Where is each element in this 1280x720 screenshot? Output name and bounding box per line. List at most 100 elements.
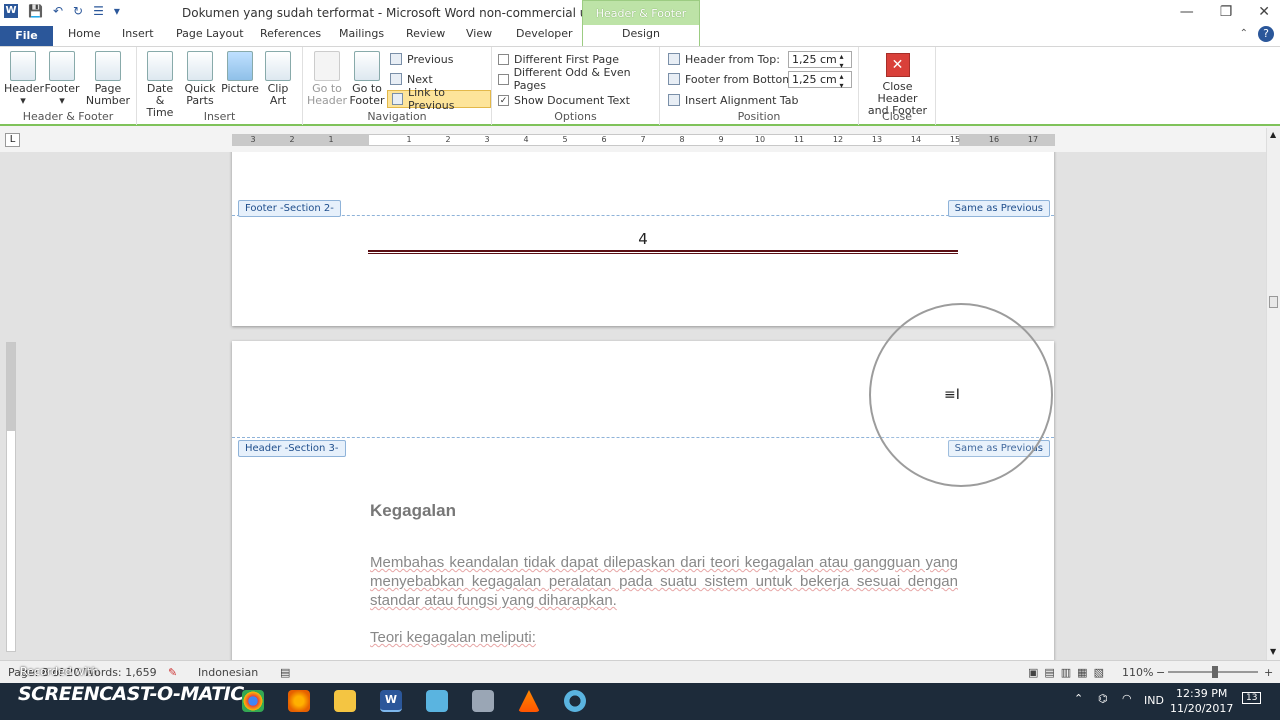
input-language[interactable]: IND bbox=[1144, 694, 1164, 707]
group-label-options: Options bbox=[554, 110, 597, 123]
word-logo-icon: W bbox=[4, 4, 18, 18]
ruler-tick: 11 bbox=[793, 135, 805, 144]
help-icon[interactable]: ? bbox=[1258, 26, 1274, 42]
tab-references[interactable]: References bbox=[260, 27, 321, 40]
ruler-row: L 3 2 1 1 2 3 4 5 6 7 8 9 10 11 12 13 14… bbox=[0, 128, 1280, 152]
tab-insert[interactable]: Insert bbox=[122, 27, 154, 40]
ruler-tick: 10 bbox=[754, 135, 766, 144]
page-header-section-3[interactable]: Header -Section 3- Same as Previous Kega… bbox=[232, 303, 1054, 660]
link-to-previous-button[interactable]: Link to Previous bbox=[387, 86, 491, 112]
ruler-tick: 1 bbox=[328, 135, 334, 144]
link-icon bbox=[392, 93, 403, 105]
header-from-top-label: Header from Top: bbox=[668, 50, 780, 68]
checkbox-checked-icon: ✓ bbox=[498, 94, 509, 106]
scrollbar-thumb[interactable] bbox=[1269, 296, 1278, 308]
minimize-button[interactable]: — bbox=[1180, 4, 1194, 20]
ruler-right-margin bbox=[959, 135, 1054, 145]
tab-view[interactable]: View bbox=[466, 27, 492, 40]
date-time-button[interactable]: Date & Time bbox=[143, 51, 177, 119]
tab-page-layout[interactable]: Page Layout bbox=[176, 27, 244, 40]
quick-parts-button[interactable]: Quick Parts bbox=[181, 51, 219, 107]
close-button[interactable]: ✕ bbox=[1258, 4, 1270, 20]
tray-overflow-icon[interactable]: ⌃ bbox=[1074, 692, 1083, 705]
group-label-insert: Insert bbox=[203, 110, 236, 123]
ruler-tick: 2 bbox=[445, 135, 451, 144]
maximize-button[interactable]: ❐ bbox=[1220, 4, 1233, 20]
scroll-down-icon[interactable]: ▼ bbox=[1270, 647, 1276, 656]
previous-button[interactable]: Previous bbox=[390, 50, 454, 68]
close-header-footer-button[interactable]: ✕ Close Header and Footer bbox=[861, 47, 934, 117]
section-heading[interactable]: Kegagalan bbox=[370, 501, 456, 521]
group-options: Different First Page Different Odd & Eve… bbox=[492, 47, 660, 125]
scroll-up-icon[interactable]: ▲ bbox=[1270, 130, 1276, 139]
header-from-top-input[interactable]: 1,25 cm bbox=[788, 51, 852, 70]
quick-parts-icon bbox=[187, 51, 213, 81]
taskbar: Recorded with SCREENCAST-O-MATIC W ⌃ ⌬ ◠… bbox=[0, 665, 1280, 720]
body-paragraph[interactable]: Membahas keandalan tidak dapat dilepaska… bbox=[370, 553, 958, 610]
language-indicator[interactable]: Indonesian bbox=[198, 666, 258, 679]
app-icon[interactable] bbox=[426, 690, 448, 712]
tab-selector[interactable]: L bbox=[5, 133, 20, 147]
footer-from-bottom-input[interactable]: 1,25 cm bbox=[788, 71, 852, 90]
page-footer-section-2[interactable]: Footer -Section 2- Same as Previous 4 bbox=[232, 152, 1054, 326]
screencast-app-icon[interactable] bbox=[564, 690, 586, 712]
group-label-navigation: Navigation bbox=[367, 110, 427, 123]
firefox-icon[interactable] bbox=[288, 690, 310, 712]
vlc-icon[interactable] bbox=[518, 690, 540, 712]
save-icon[interactable]: 💾 bbox=[28, 4, 43, 18]
redo-icon[interactable]: ↻ bbox=[73, 4, 83, 18]
customize-qat-icon[interactable]: ▾ bbox=[114, 4, 120, 18]
group-label-header-footer: Header & Footer bbox=[22, 110, 114, 123]
file-explorer-icon[interactable] bbox=[334, 690, 356, 712]
clip-art-button[interactable]: Clip Art bbox=[263, 51, 293, 107]
minimize-ribbon-icon[interactable]: ⌃ bbox=[1240, 28, 1248, 39]
page-number-button[interactable]: Page Number bbox=[84, 51, 132, 107]
ruler-tick: 4 bbox=[523, 135, 529, 144]
zoom-slider-knob[interactable] bbox=[1212, 666, 1218, 678]
word-taskbar-icon[interactable]: W bbox=[380, 690, 402, 712]
zoom-slider[interactable] bbox=[1168, 666, 1258, 678]
numbering-icon[interactable]: ☰ bbox=[93, 4, 104, 18]
go-to-footer-icon bbox=[354, 51, 380, 81]
undo-icon[interactable]: ↶ bbox=[53, 4, 63, 18]
show-document-text-checkbox[interactable]: ✓ Show Document Text bbox=[498, 91, 630, 109]
tab-review[interactable]: Review bbox=[406, 27, 445, 40]
ribbon: Header ▾ Footer ▾ Page Number Header & F… bbox=[0, 46, 1280, 126]
document-workspace: Footer -Section 2- Same as Previous 4 He… bbox=[0, 152, 1266, 660]
tab-home[interactable]: Home bbox=[68, 27, 100, 40]
picture-button[interactable]: Picture bbox=[221, 51, 259, 95]
tab-file[interactable]: File bbox=[0, 26, 53, 46]
action-center-icon[interactable]: 13 bbox=[1242, 692, 1262, 704]
body-paragraph-2[interactable]: Teori kegagalan meliputi: bbox=[370, 629, 536, 646]
tab-design[interactable]: Design bbox=[582, 25, 700, 46]
ruler-tick: 5 bbox=[562, 135, 568, 144]
vertical-ruler[interactable] bbox=[6, 342, 16, 652]
zoom-out-button[interactable]: − bbox=[1156, 666, 1165, 679]
title-bar: W 💾 ↶ ↻ ☰ ▾ Dokumen yang sudah terformat… bbox=[0, 0, 1280, 46]
window-controls: — ❐ ✕ bbox=[1180, 4, 1270, 20]
ribbon-tabs: File Home Insert Page Layout References … bbox=[0, 25, 1280, 46]
network-icon[interactable]: ⌬ bbox=[1098, 692, 1108, 705]
ruler-tick: 8 bbox=[679, 135, 685, 144]
macro-record-icon[interactable]: ▤ bbox=[280, 666, 290, 679]
vertical-scrollbar[interactable]: ▲ ▼ bbox=[1266, 128, 1280, 660]
zoom-in-button[interactable]: + bbox=[1264, 666, 1273, 679]
horizontal-ruler[interactable]: 3 2 1 1 2 3 4 5 6 7 8 9 10 11 12 13 14 1… bbox=[232, 134, 1055, 146]
header-button[interactable]: Header ▾ bbox=[4, 51, 44, 107]
footer-button[interactable]: Footer ▾ bbox=[44, 51, 80, 107]
system-clock[interactable]: 12:39 PM 11/20/2017 bbox=[1170, 686, 1233, 716]
chrome-icon[interactable] bbox=[242, 690, 264, 712]
different-odd-even-checkbox[interactable]: Different Odd & Even Pages bbox=[498, 66, 659, 92]
go-to-header-button[interactable]: Go to Header bbox=[307, 51, 347, 107]
tab-mailings[interactable]: Mailings bbox=[339, 27, 384, 40]
wifi-icon[interactable]: ◠ bbox=[1122, 692, 1132, 705]
insert-alignment-tab-button[interactable]: Insert Alignment Tab bbox=[668, 91, 799, 109]
zoom-level[interactable]: 110% bbox=[1122, 666, 1153, 679]
checkbox-icon bbox=[498, 73, 509, 85]
view-buttons-icon[interactable]: ▣▤▥▦▧ bbox=[1028, 666, 1110, 679]
app-icon[interactable] bbox=[472, 690, 494, 712]
tab-developer[interactable]: Developer bbox=[516, 27, 573, 40]
proofing-icon[interactable]: ✎ bbox=[168, 666, 177, 679]
page-number[interactable]: 4 bbox=[232, 230, 1054, 248]
go-to-footer-button[interactable]: Go to Footer bbox=[347, 51, 387, 107]
